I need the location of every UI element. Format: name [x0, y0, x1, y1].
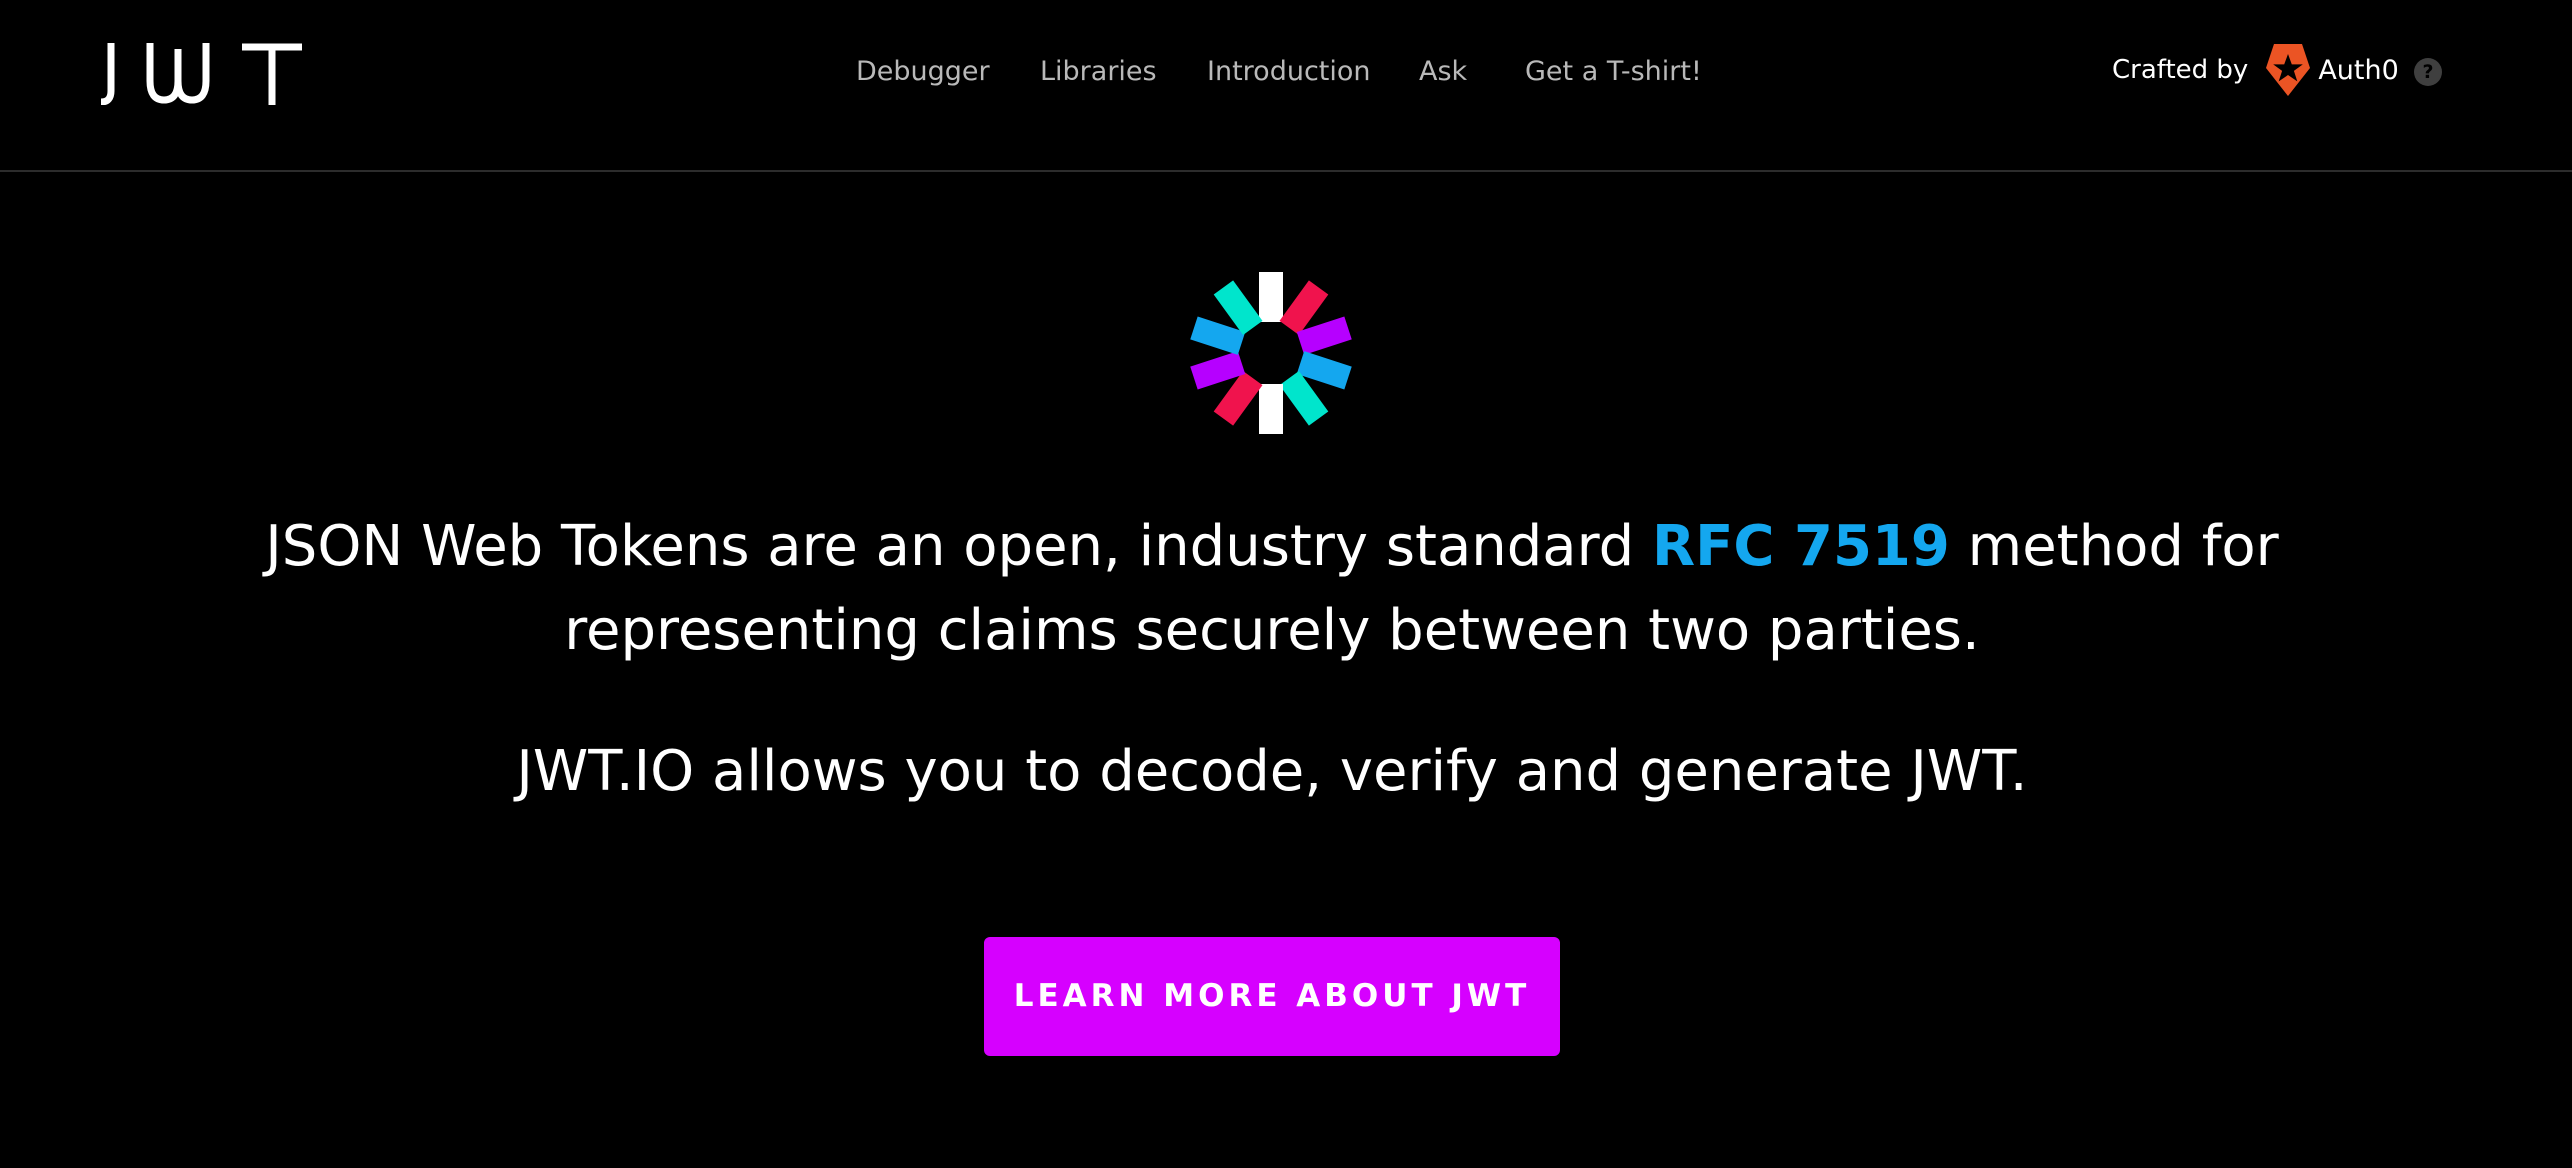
jwt-pinwheel-logo-icon	[1190, 272, 1352, 434]
nav-ask[interactable]: Ask	[1419, 52, 1467, 92]
hero-text-start: JSON Web Tokens are an open, industry st…	[265, 514, 1653, 579]
crafted-by-auth0[interactable]: Crafted by Auth0	[2112, 44, 2399, 96]
site-header: Debugger Libraries Introduction Ask Get …	[0, 0, 2572, 172]
auth0-shield-icon	[2266, 44, 2311, 96]
question-circle-icon[interactable]: ?	[2414, 58, 2442, 86]
hero-description: JSON Web Tokens are an open, industry st…	[100, 505, 2444, 673]
nav-libraries[interactable]: Libraries	[1040, 52, 1157, 92]
rfc-7519-link[interactable]: RFC 7519	[1652, 514, 1950, 579]
hero-subtitle: JWT.IO allows you to decode, verify and …	[516, 739, 2028, 804]
nav-debugger[interactable]: Debugger	[856, 52, 990, 92]
nav-get-tshirt[interactable]: Get a T-shirt!	[1525, 52, 1702, 92]
crafted-by-label: Crafted by	[2112, 55, 2249, 85]
nav-introduction[interactable]: Introduction	[1207, 52, 1371, 92]
jwt-wordmark-icon[interactable]	[100, 43, 304, 105]
auth0-brand-label: Auth0	[2318, 54, 2399, 86]
learn-more-button[interactable]: LEARN MORE ABOUT JWT	[984, 937, 1560, 1056]
